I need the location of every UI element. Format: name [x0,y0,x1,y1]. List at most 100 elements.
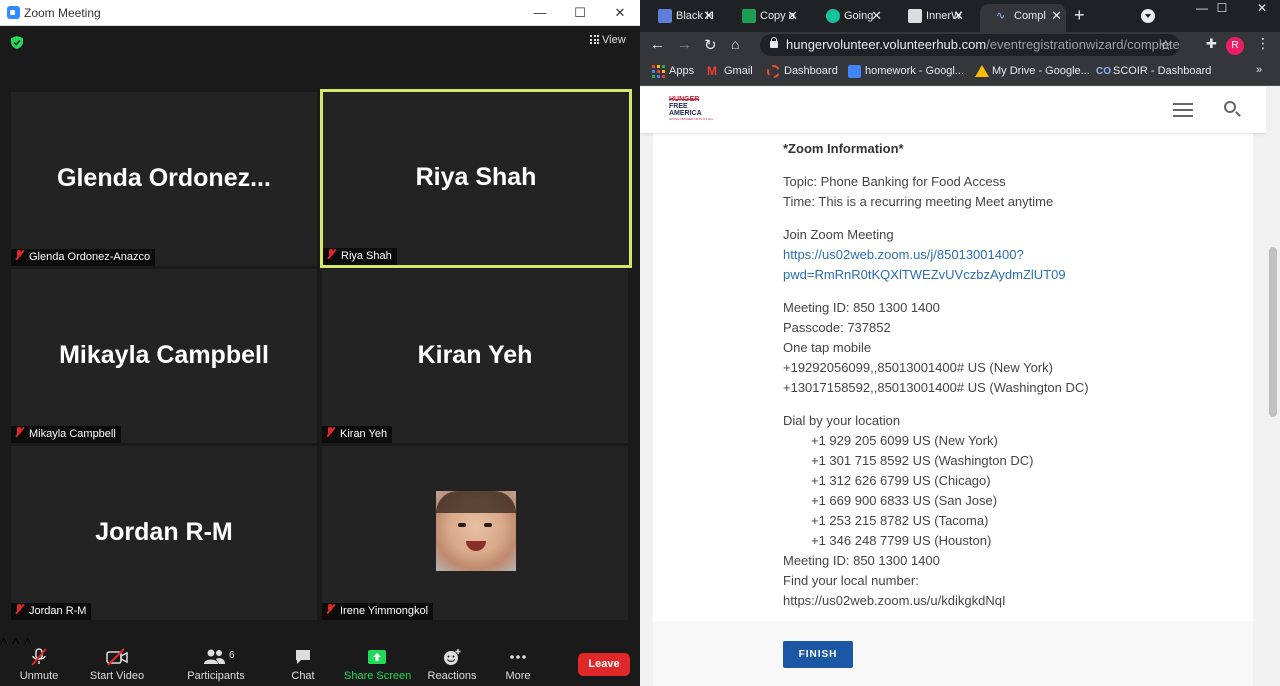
reload-icon[interactable]: ↻ [704,36,717,54]
address-bar[interactable]: hungervolunteer.volunteerhub.com/eventre… [760,34,1180,56]
tab-close-icon[interactable]: ✕ [871,4,882,28]
video-tile[interactable]: Irene Yimmongkol [322,446,628,620]
hunger-free-america-logo[interactable]: HUNGER FREE AMERICA GIVING HUNGER LIFTS … [669,96,717,121]
participants-button[interactable]: Participants [186,636,246,686]
browser-tab[interactable]: Copy o ✕ [726,4,802,32]
meeting-toolbar: Unmute ^ Start Video ^ Participants 6 ^ … [0,636,640,686]
bookmark-apps[interactable]: Apps [652,65,695,78]
tab-close-icon[interactable]: ✕ [787,4,798,28]
participant-display-name: Glenda Ordonez... [57,164,271,192]
unmute-button[interactable]: Unmute [10,636,68,686]
participant-label-text: Irene Yimmongkol [340,605,429,617]
participant-label-text: Jordan R-M [29,605,87,617]
start-video-button[interactable]: Start Video [86,636,148,686]
one-tap-label: One tap mobile [783,340,872,355]
sheets-icon [742,9,756,23]
grammarly-icon [826,9,840,23]
profile-avatar[interactable]: R [1226,37,1244,55]
tab-close-icon[interactable]: ✕ [1051,4,1062,28]
local-number-link[interactable]: https://us02web.zoom.us/u/kdikgkdNqI [783,591,1243,611]
browser-tab[interactable]: Black H ✕ [642,4,718,32]
more-button[interactable]: More [500,636,536,686]
dial-number: +1 346 248 7799 US (Houston) [811,533,992,548]
participant-name-label: Riya Shah [323,248,397,265]
lock-icon [770,37,778,48]
join-label: Join Zoom Meeting [783,227,894,242]
chrome-menu-icon[interactable]: ⋮ [1256,35,1270,52]
dial-number: +1 669 900 6833 US (San Jose) [811,493,998,508]
chrome-maximize-button[interactable]: ☐ [1202,0,1242,16]
browser-tab[interactable]: Going ✕ [810,4,886,32]
chat-button[interactable]: Chat [284,636,322,686]
url-domain: hungervolunteer.volunteerhub.com [786,37,987,52]
home-icon[interactable]: ⌂ [731,36,739,52]
encryption-shield-icon[interactable] [11,36,23,49]
reactions-icon [444,649,461,665]
scrollbar-thumb[interactable] [1269,247,1277,417]
bookmark-dashboard[interactable]: Dashboard [767,65,838,78]
chat-icon [296,650,310,664]
video-tile[interactable]: Jordan R-M Jordan R-M [11,446,317,620]
video-tile[interactable]: Glenda Ordonez... Glenda Ordonez-Anazco [11,92,317,266]
video-off-icon [106,648,128,666]
tab-close-icon[interactable]: ✕ [703,4,714,28]
photo-mouth [466,541,486,551]
minimize-button[interactable]: — [518,0,562,26]
extensions-puzzle-icon[interactable]: ✚ [1206,36,1217,52]
video-tile-active-speaker[interactable]: Riya Shah Riya Shah [320,89,632,268]
profile-photo [436,491,516,571]
participant-display-name: Jordan R-M [95,518,233,546]
registration-content-card: *Zoom Information* Topic: Phone Banking … [653,133,1253,621]
share-screen-button[interactable]: Share Screen [344,636,411,686]
join-link[interactable]: pwd=RmRnR0tKQXlTWEZvUVczbzAydmZlUT09 [783,265,1243,285]
back-arrow-icon[interactable]: ← [650,36,665,53]
meeting-topic: Topic: Phone Banking for Food Access [783,174,1006,189]
view-button[interactable]: View [590,34,626,46]
muted-mic-icon [14,427,24,438]
photo-eye [458,523,466,527]
meeting-area: View Glenda Ordonez... Glenda Ordonez-An… [0,26,640,636]
video-tile[interactable]: Mikayla Campbell Mikayla Campbell [11,269,317,443]
bookmarks-overflow-icon[interactable]: » [1256,64,1262,76]
logo-line: FREE [669,103,688,110]
reactions-button[interactable]: Reactions [426,636,478,686]
maximize-button[interactable]: ☐ [558,0,602,26]
participants-icon [204,649,225,664]
chrome-close-button[interactable]: ✕ [1242,0,1280,16]
dial-label: Dial by your location [783,413,901,428]
join-link[interactable]: https://us02web.zoom.us/j/85013001400? [783,245,1243,265]
gmail-icon: M [707,64,717,78]
audio-options-caret-icon[interactable]: ^ [0,636,8,653]
finish-button[interactable]: FINISH [783,641,853,668]
web-page: HUNGER FREE AMERICA GIVING HUNGER LIFTS … [640,87,1266,686]
hamburger-menu-icon[interactable] [1173,103,1193,117]
grid-icon [590,35,599,44]
forward-arrow-icon[interactable]: → [677,36,692,53]
page-scrollbar[interactable] [1266,87,1280,686]
close-button[interactable]: ✕ [598,0,642,26]
leave-button[interactable]: Leave [578,653,630,676]
muted-mic-icon [326,249,336,260]
photo-eye [484,523,492,527]
bookmark-gmail[interactable]: M Gmail [707,64,753,78]
video-tile[interactable]: Kiran Yeh Kiran Yeh [322,269,628,443]
participant-name-label: Glenda Ordonez-Anazco [11,249,156,266]
scoir-icon: CO [1096,66,1111,77]
tab-close-icon[interactable]: ✕ [953,4,964,28]
zoom-info-heading: *Zoom Information* [783,141,904,156]
bookmark-star-icon[interactable]: ☆ [1159,34,1172,56]
google-drive-icon [975,65,989,77]
browser-tab[interactable]: InnerW ✕ [892,4,968,32]
bookmark-label: Apps [669,65,695,77]
bookmarks-bar: Apps M Gmail Dashboard homework - Googl.… [640,58,1280,86]
new-tab-plus-icon[interactable]: + [1074,5,1085,26]
bookmark-label: SCOIR - Dashboard [1113,65,1212,77]
bookmark-my-drive[interactable]: My Drive - Google... [975,65,1090,77]
bookmark-homework[interactable]: homework - Googl... [848,65,964,78]
bookmark-scoir[interactable]: CO SCOIR - Dashboard [1096,65,1211,77]
dial-number: +1 301 715 8592 US (Washington DC) [811,453,1034,468]
browser-tab-active[interactable]: ∿ Compl ✕ [980,4,1066,32]
search-icon[interactable] [1224,101,1236,113]
toolbar: ← → ↻ ⌂ hungervolunteer.volunteerhub.com… [640,32,1280,58]
tab-search-icon[interactable] [1141,9,1155,23]
